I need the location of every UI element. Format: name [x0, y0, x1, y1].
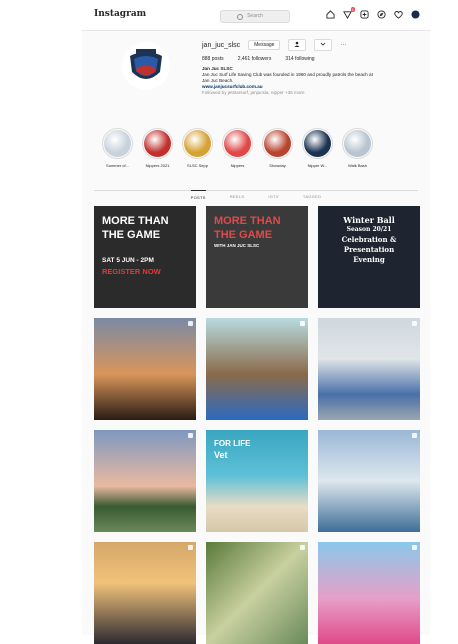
post-tile[interactable] — [318, 542, 420, 644]
explore-icon[interactable] — [377, 10, 386, 19]
carousel-icon — [300, 545, 305, 550]
chevron-down-icon[interactable] — [314, 39, 333, 51]
post-tile[interactable]: FOR LIFE Vet — [206, 430, 308, 532]
carousel-icon — [188, 433, 193, 438]
direct-messages-icon[interactable]: 1 — [343, 7, 355, 19]
highlight-thumbnail — [104, 130, 131, 157]
tab-igtv[interactable]: IGTV — [268, 194, 279, 203]
post-text: Evening — [353, 255, 385, 264]
tab-tagged[interactable]: TAGGED — [303, 194, 321, 203]
story-highlight[interactable]: SLSC Sepp — [182, 128, 213, 168]
post-tile[interactable]: Winter Ball Season 20/21 Celebration & Pres… — [318, 206, 420, 308]
profile-stats: 888 posts 2,461 followers 314 following — [202, 56, 422, 62]
highlight-thumbnail — [144, 130, 171, 157]
highlight-label: Walk Bash — [348, 163, 367, 168]
club-crest-logo — [130, 49, 162, 79]
post-tile[interactable] — [94, 430, 196, 532]
highlight-ring — [302, 128, 333, 159]
post-text: THE GAME — [102, 229, 161, 241]
story-highlight[interactable]: Showday — [262, 128, 293, 168]
profile-header: jan_juc_slsc Message ··· 888 posts 2,461… — [82, 30, 430, 140]
new-post-icon[interactable] — [360, 10, 369, 19]
notification-badge: 1 — [350, 7, 355, 12]
post-text: SAT 5 JUN - 2PM — [102, 257, 154, 264]
story-highlight[interactable]: Nippers 2021 — [142, 128, 173, 168]
post-tile[interactable]: MORE THAN THE GAME SAT 5 JUN - 2PM REGISTER… — [94, 206, 196, 308]
more-options-button[interactable]: ··· — [340, 42, 346, 48]
highlight-label: Showday — [269, 163, 286, 168]
profile-tabs: POSTS REELS IGTV TAGGED — [94, 190, 418, 203]
story-highlight[interactable]: Summer of... — [102, 128, 133, 168]
highlight-thumbnail — [184, 130, 211, 157]
story-highlight[interactable]: Walk Bash — [342, 128, 373, 168]
instagram-logo[interactable]: Instagram — [94, 9, 146, 19]
post-text: Vet — [214, 450, 228, 460]
highlight-thumbnail — [344, 130, 371, 157]
nav-icons: 1 — [326, 7, 420, 19]
search-icon — [237, 14, 243, 20]
post-text: MORE THAN — [214, 215, 281, 227]
carousel-icon — [188, 545, 193, 550]
highlight-thumbnail — [304, 130, 331, 157]
post-text: Season 20/21 — [346, 226, 392, 233]
highlight-ring — [342, 128, 373, 159]
post-text: MORE THAN — [102, 215, 169, 227]
highlight-ring — [262, 128, 293, 159]
user-check-icon — [294, 41, 300, 47]
home-icon[interactable] — [326, 10, 335, 19]
highlight-thumbnail — [264, 130, 291, 157]
highlight-ring — [102, 128, 133, 159]
post-text: WITH JAN JUC SLSC — [214, 243, 260, 248]
highlight-label: Summer of... — [106, 163, 129, 168]
carousel-icon — [412, 321, 417, 326]
instagram-page: Instagram Search 1 jan_juc_slsc Message … — [82, 0, 430, 644]
post-tile[interactable] — [206, 318, 308, 420]
story-highlight[interactable]: Nippers — [222, 128, 253, 168]
highlight-label: Nippers — [230, 163, 245, 168]
search-input[interactable]: Search — [220, 10, 290, 23]
post-text: THE GAME — [214, 229, 273, 241]
post-tile[interactable] — [318, 318, 420, 420]
search-placeholder: Search — [247, 13, 263, 19]
post-tile[interactable] — [94, 318, 196, 420]
carousel-icon — [300, 321, 305, 326]
post-text: REGISTER NOW — [102, 266, 161, 276]
post-text: Presentation — [343, 245, 395, 254]
profile-username: jan_juc_slsc — [202, 41, 241, 49]
highlight-label: Nippers 2021 — [145, 163, 170, 168]
carousel-icon — [412, 545, 417, 550]
posts-count: 888 posts — [202, 56, 224, 62]
highlight-ring — [182, 128, 213, 159]
followed-by-text[interactable]: Followed by jetstarsurf, janjucsla, nipp… — [202, 90, 412, 96]
user-avatar-icon[interactable] — [411, 10, 420, 19]
follow-user-button[interactable] — [288, 39, 307, 51]
post-tile[interactable] — [206, 542, 308, 644]
story-highlight[interactable]: Nipper W... — [302, 128, 333, 168]
following-count[interactable]: 314 following — [285, 56, 314, 62]
highlight-thumbnail — [224, 130, 251, 157]
carousel-icon — [188, 321, 193, 326]
post-text: Celebration & — [341, 235, 397, 244]
highlight-ring — [222, 128, 253, 159]
profile-info: jan_juc_slsc Message ··· 888 posts 2,461… — [202, 38, 422, 96]
post-tile[interactable] — [318, 430, 420, 532]
profile-avatar[interactable] — [122, 42, 170, 90]
post-tile[interactable] — [94, 542, 196, 644]
post-text: FOR LIFE — [214, 439, 251, 448]
tab-reels[interactable]: REELS — [230, 194, 245, 203]
highlight-label: Nipper W... — [307, 163, 328, 168]
highlight-label: SLSC Sepp — [187, 163, 208, 168]
followers-count[interactable]: 2,461 followers — [238, 56, 272, 62]
top-nav-bar: Instagram Search 1 — [82, 0, 430, 31]
story-highlights: Summer of... Nippers 2021 SLSC Sepp Nippers… — [102, 128, 422, 168]
post-text: Winter Ball — [343, 215, 395, 225]
carousel-icon — [412, 433, 417, 438]
highlight-ring — [142, 128, 173, 159]
tab-posts[interactable]: POSTS — [190, 190, 206, 203]
message-button[interactable]: Message — [248, 40, 281, 50]
activity-heart-icon[interactable] — [394, 10, 403, 19]
profile-bio: Jan Juc SLSC Jan Juc Surf Life Saving Cl… — [202, 66, 412, 96]
post-tile[interactable]: MORE THAN THE GAME WITH JAN JUC SLSC — [206, 206, 308, 308]
